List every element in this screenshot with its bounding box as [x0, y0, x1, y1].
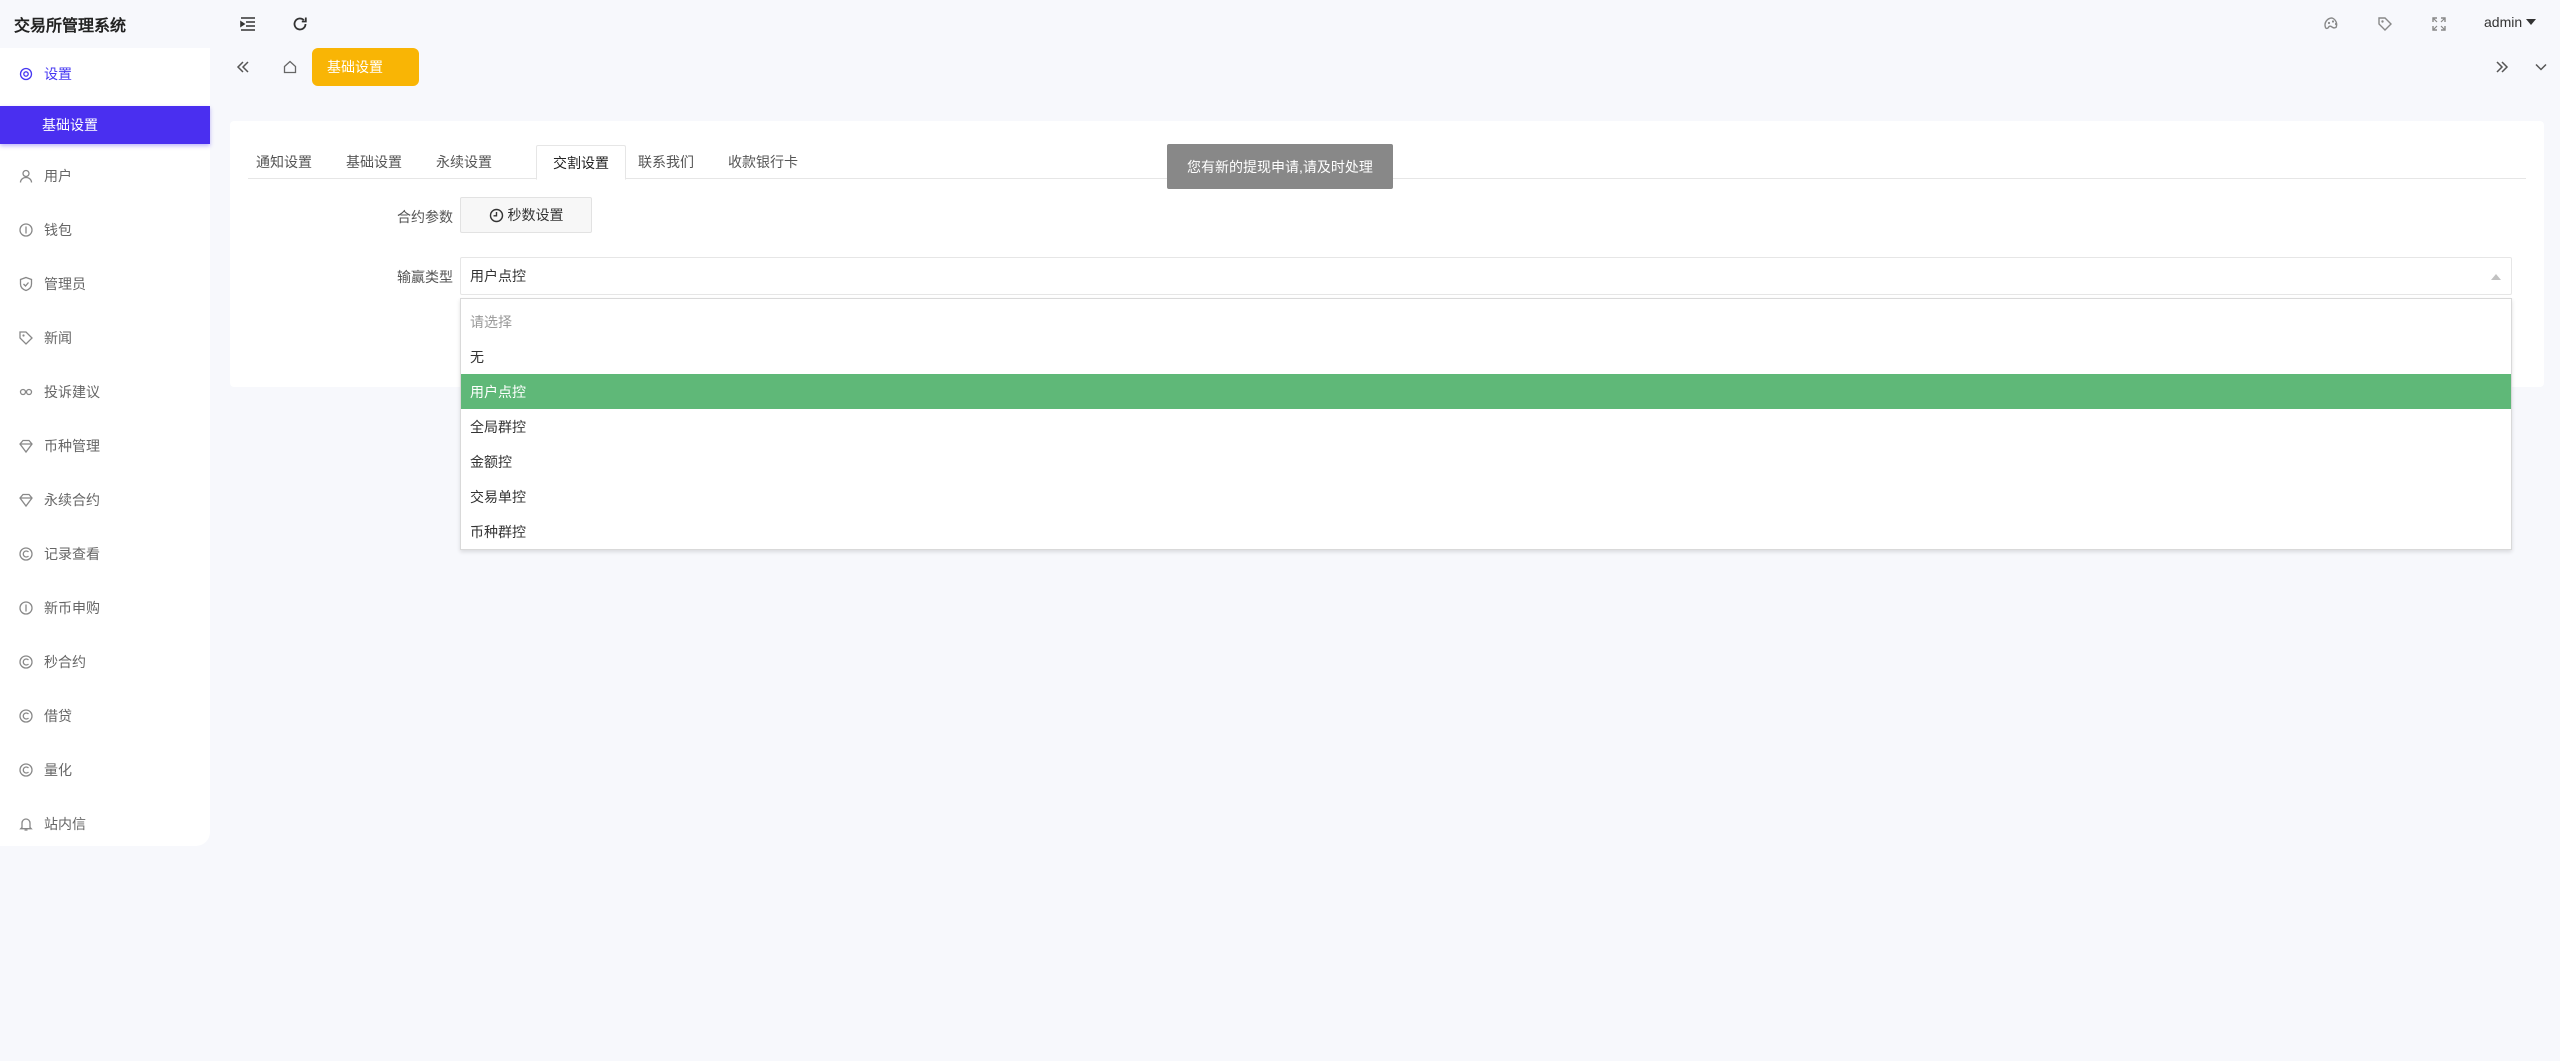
- tabs-scroll-right-icon[interactable]: [2491, 56, 2513, 78]
- sidebar-item-label: 钱包: [44, 222, 72, 238]
- sidebar-item-users[interactable]: 用户: [0, 158, 210, 194]
- user-menu[interactable]: admin: [2484, 14, 2537, 30]
- gear-icon: [18, 66, 34, 82]
- tag-icon: [18, 330, 34, 346]
- coin-c-icon: [18, 708, 34, 724]
- caret-down-icon: [2526, 19, 2537, 25]
- sidebar-item-loans[interactable]: 借贷: [0, 698, 210, 734]
- sidebar-item-label: 秒合约: [44, 654, 86, 670]
- caret-up-icon: [2491, 274, 2501, 280]
- sidebar-item-admins[interactable]: 管理员: [0, 266, 210, 302]
- sidebar-item-perpetual[interactable]: 永续合约: [0, 482, 210, 518]
- seconds-settings-label: 秒数设置: [507, 207, 564, 223]
- tab-label: 联系我们: [638, 154, 694, 170]
- tab-perpetual[interactable]: 永续设置: [428, 145, 500, 179]
- tab-notification[interactable]: 通知设置: [248, 145, 320, 179]
- win-type-value: 用户点控: [470, 268, 526, 284]
- page-tab-label: 基础设置: [327, 59, 383, 75]
- sidebar-item-news[interactable]: 新闻: [0, 320, 210, 356]
- tag-icon[interactable]: [2373, 12, 2397, 36]
- coin-icon: [18, 600, 34, 616]
- win-type-select[interactable]: 用户点控: [460, 257, 2512, 295]
- sidebar-item-label: 设置: [44, 66, 72, 82]
- sidebar-item-label: 借贷: [44, 708, 72, 724]
- win-type-label: 输赢类型: [397, 269, 453, 285]
- tab-label: 收款银行卡: [728, 154, 798, 170]
- dropdown-option[interactable]: 金额控: [461, 444, 2511, 479]
- tab-label: 永续设置: [436, 154, 492, 170]
- sidebar-item-label: 量化: [44, 762, 72, 778]
- tab-bank-card[interactable]: 收款银行卡: [720, 145, 806, 179]
- dropdown-option[interactable]: 无: [461, 339, 2511, 374]
- page-tab-basic-settings[interactable]: 基础设置: [312, 48, 419, 86]
- win-type-dropdown: 请选择 无 用户点控 全局群控 金额控 交易单控 币种群控: [460, 298, 2512, 550]
- sidebar-item-label: 币种管理: [44, 438, 100, 454]
- link-icon: [18, 384, 34, 400]
- contract-params-label: 合约参数: [397, 209, 453, 225]
- sidebar-item-currency[interactable]: 币种管理: [0, 428, 210, 464]
- user-icon: [18, 168, 34, 184]
- sidebar-sub-label: 基础设置: [42, 117, 98, 133]
- bell-icon: [18, 816, 34, 832]
- sidebar-item-label: 永续合约: [44, 492, 100, 508]
- sidebar-item-quant[interactable]: 量化: [0, 752, 210, 788]
- sidebar-item-label: 站内信: [44, 816, 86, 832]
- dropdown-option[interactable]: 交易单控: [461, 479, 2511, 514]
- sidebar-item-label: 新闻: [44, 330, 72, 346]
- tabs-dropdown-icon[interactable]: [2530, 56, 2552, 78]
- tab-label: 通知设置: [256, 154, 312, 170]
- menu-fold-icon[interactable]: [236, 12, 260, 36]
- app-title: 交易所管理系统: [14, 18, 127, 35]
- dropdown-option[interactable]: 币种群控: [461, 514, 2511, 549]
- home-icon[interactable]: [279, 56, 301, 78]
- tabs-scroll-left-icon[interactable]: [232, 56, 254, 78]
- sidebar-item-label: 记录查看: [44, 546, 100, 562]
- sidebar-item-wallet[interactable]: 钱包: [0, 212, 210, 248]
- tab-contact[interactable]: 联系我们: [630, 145, 702, 179]
- tab-label: 交割设置: [553, 154, 609, 171]
- sidebar-item-label: 管理员: [44, 276, 86, 292]
- sidebar-item-settings[interactable]: 设置: [0, 56, 210, 92]
- shield-icon: [18, 276, 34, 292]
- username: admin: [2484, 14, 2523, 30]
- dropdown-option[interactable]: 请选择: [461, 304, 2511, 339]
- sidebar: 设置 基础设置 用户 钱包 管理员 新闻 投诉建议 币种管理 永续合约 记录查看…: [0, 48, 210, 846]
- coin-c-icon: [18, 762, 34, 778]
- sidebar-item-label: 新币申购: [44, 600, 100, 616]
- seconds-settings-button[interactable]: 秒数设置: [460, 197, 592, 233]
- dropdown-option[interactable]: 全局群控: [461, 409, 2511, 444]
- clock-icon: [489, 208, 504, 223]
- coin-icon: [18, 222, 34, 238]
- sidebar-item-records[interactable]: 记录查看: [0, 536, 210, 572]
- refresh-icon[interactable]: [288, 12, 312, 36]
- sidebar-item-label: 用户: [44, 168, 72, 184]
- coin-c-icon: [18, 546, 34, 562]
- sidebar-item-complaints[interactable]: 投诉建议: [0, 374, 210, 410]
- theme-icon[interactable]: [2320, 12, 2344, 36]
- tab-delivery[interactable]: 交割设置: [536, 145, 626, 180]
- fullscreen-icon[interactable]: [2427, 12, 2451, 36]
- tab-label: 基础设置: [346, 154, 402, 170]
- diamond-icon: [18, 438, 34, 454]
- sidebar-item-label: 投诉建议: [44, 384, 100, 400]
- sidebar-item-second-contract[interactable]: 秒合约: [0, 644, 210, 680]
- notification-toast: 您有新的提现申请,请及时处理: [1167, 144, 1393, 189]
- sidebar-item-messages[interactable]: 站内信: [0, 806, 210, 842]
- tab-basic[interactable]: 基础设置: [338, 145, 410, 179]
- sidebar-sub-basic-settings[interactable]: 基础设置: [0, 106, 210, 144]
- sidebar-item-ipo[interactable]: 新币申购: [0, 590, 210, 626]
- diamond-icon: [18, 492, 34, 508]
- dropdown-option-selected[interactable]: 用户点控: [461, 374, 2511, 409]
- coin-c-icon: [18, 654, 34, 670]
